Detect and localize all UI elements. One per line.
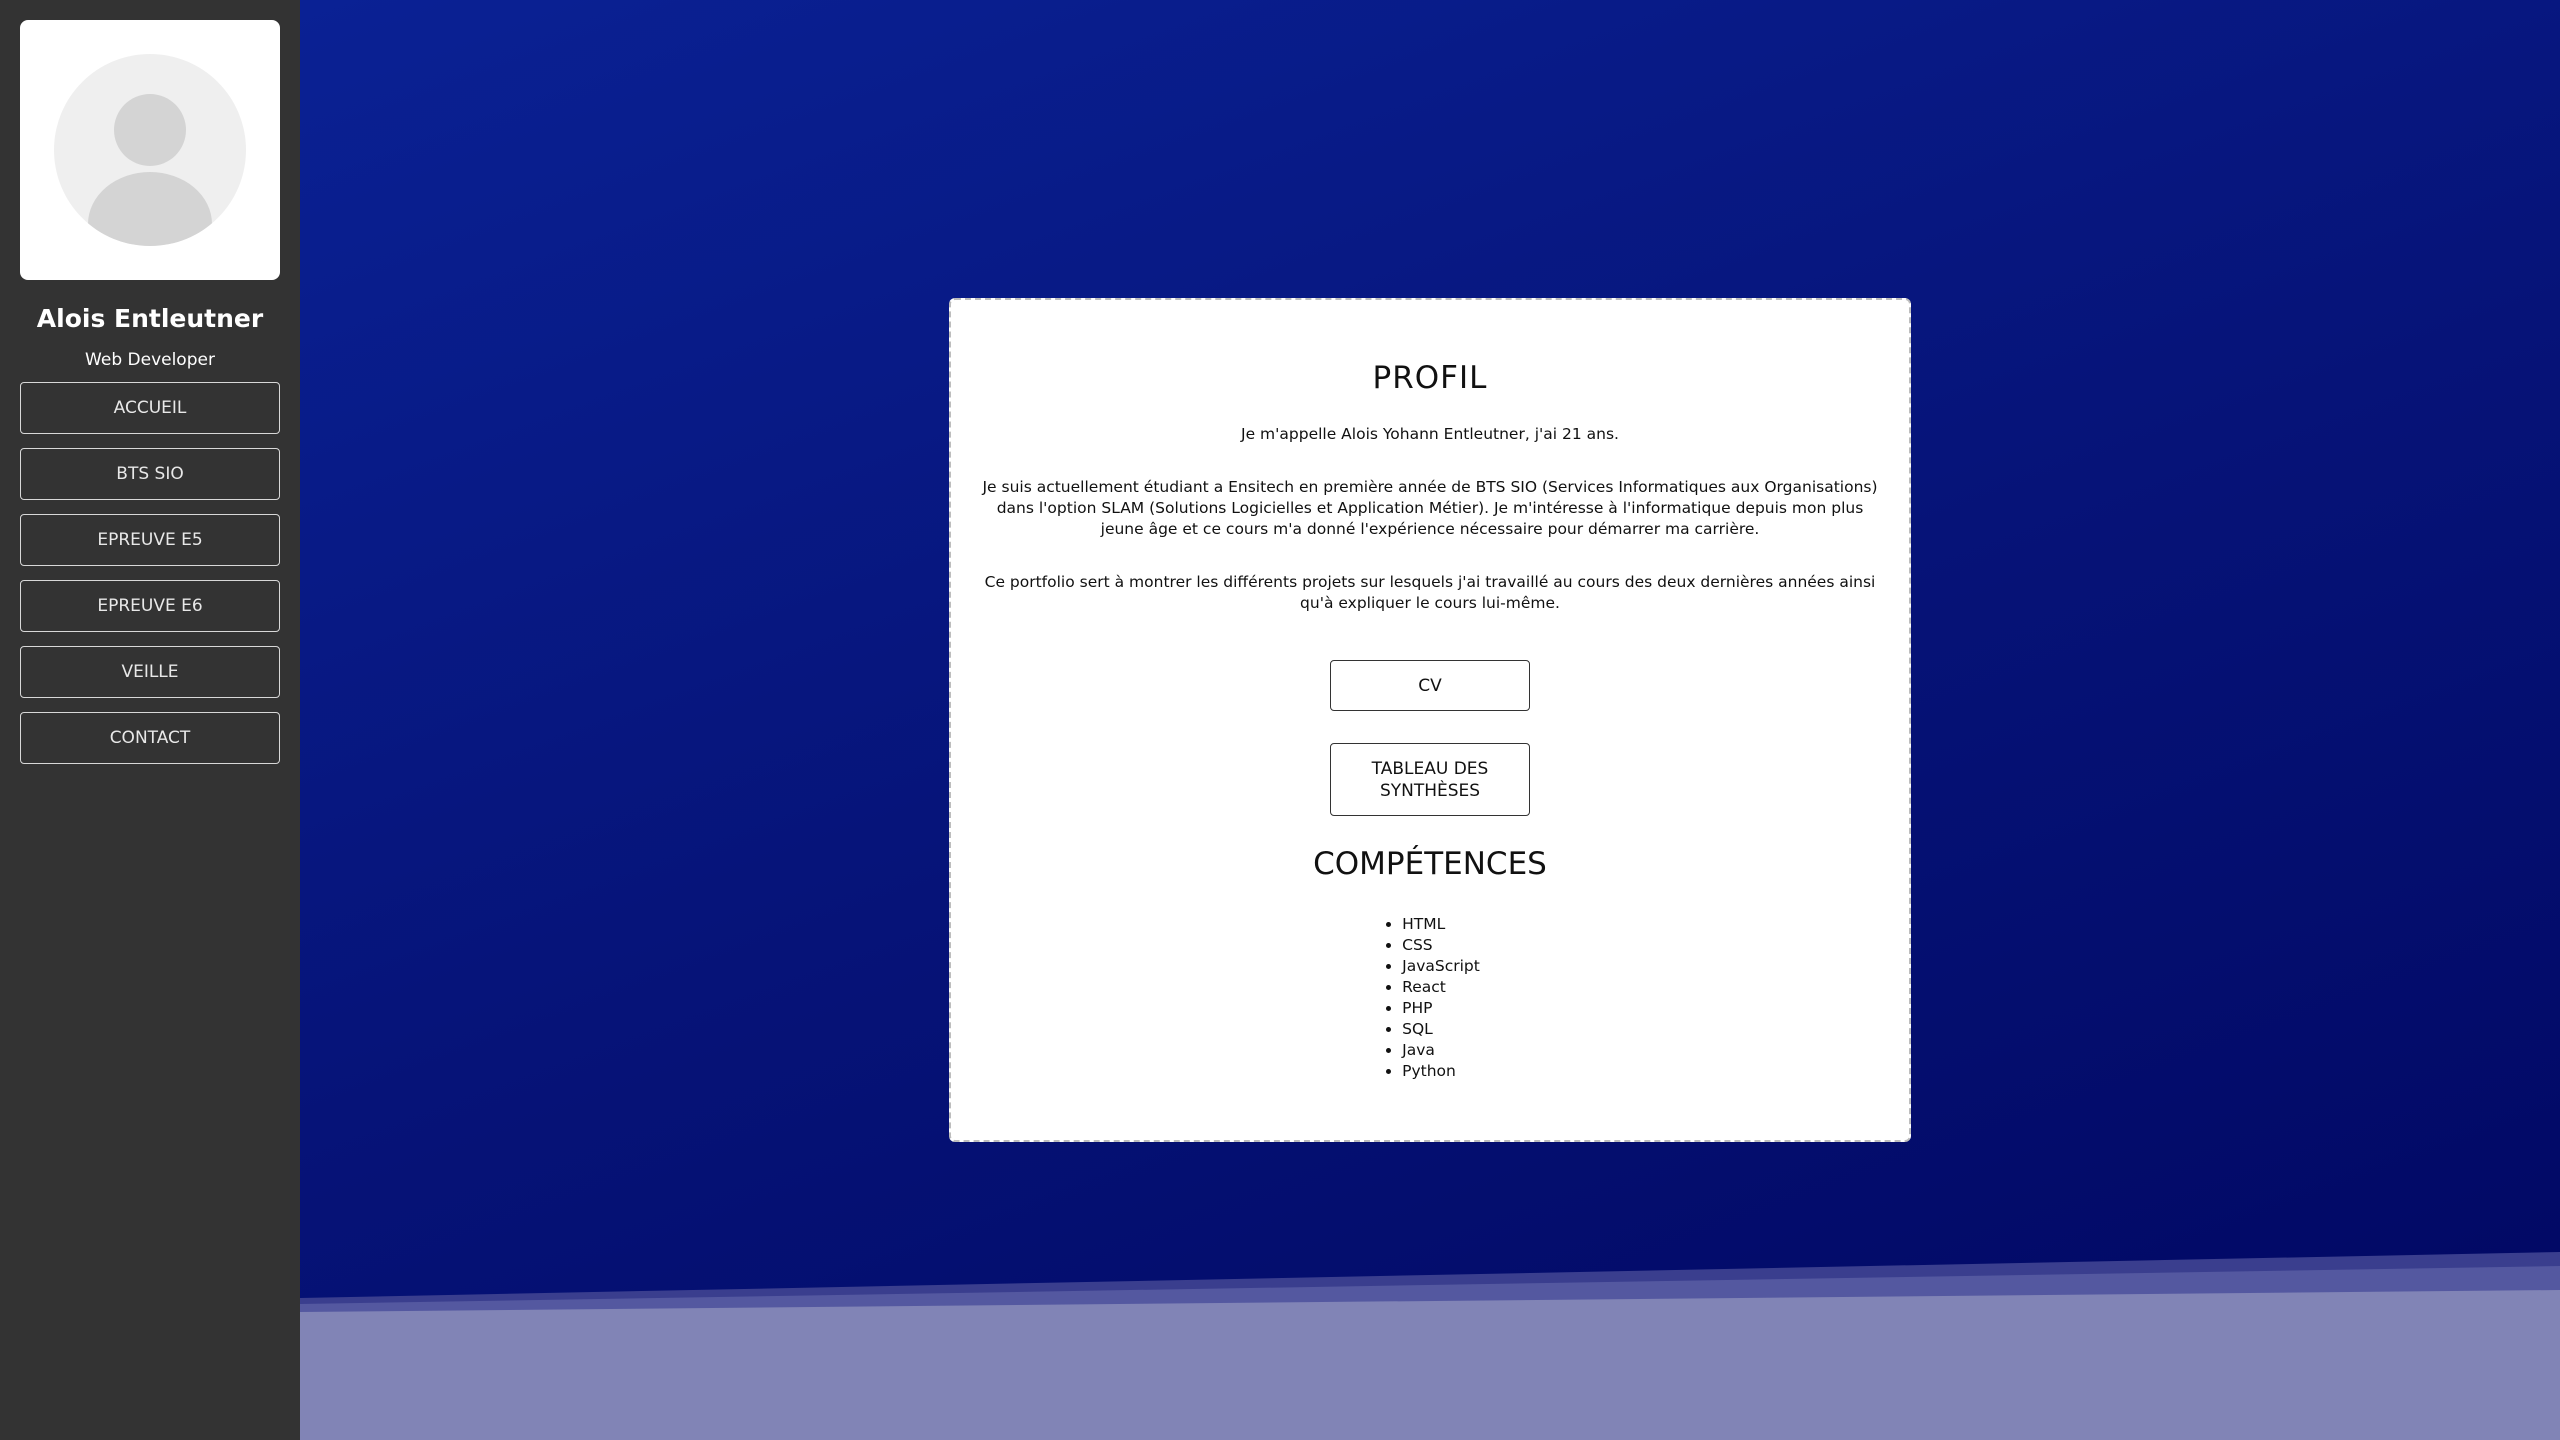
intro-text: Je m'appelle Alois Yohann Entleutner, j'…	[1241, 425, 1619, 443]
nav-accueil-button[interactable]: ACCUEIL	[20, 382, 280, 434]
nav-bts-sio-button[interactable]: BTS SIO	[20, 448, 280, 500]
sidebar: Alois Entleutner Web Developer ACCUEIL B…	[0, 0, 300, 1440]
skill-item-css: CSS	[1402, 935, 1480, 956]
sidebar-nav: ACCUEIL BTS SIO EPREUVE E5 EPREUVE E6 VE…	[20, 382, 280, 764]
nav-veille-button[interactable]: VEILLE	[20, 646, 280, 698]
cv-button[interactable]: CV	[1330, 660, 1530, 711]
skill-item-java: Java	[1402, 1040, 1480, 1061]
skill-item-react: React	[1402, 977, 1480, 998]
default-user-avatar-icon	[54, 54, 246, 246]
skill-item-php: PHP	[1402, 998, 1480, 1019]
main-area: PROFIL Je m'appelle Alois Yohann Entleut…	[300, 0, 2560, 1440]
profile-title: PROFIL	[1372, 360, 1488, 396]
skill-item-python: Python	[1402, 1061, 1480, 1082]
skill-item-javascript: JavaScript	[1402, 956, 1480, 977]
portfolio-paragraph: Ce portfolio sert à montrer les différen…	[984, 573, 1876, 612]
skills-title: COMPÉTENCES	[1313, 846, 1547, 882]
skills-list: HTML CSS JavaScript React PHP SQL Java P…	[1380, 914, 1480, 1082]
nav-contact-button[interactable]: CONTACT	[20, 712, 280, 764]
synthesis-table-button[interactable]: TABLEAU DES SYNTHÈSES	[1330, 743, 1530, 816]
profile-role: Web Developer	[85, 350, 215, 370]
skill-item-sql: SQL	[1402, 1019, 1480, 1040]
studies-paragraph: Je suis actuellement étudiant a Ensitech…	[982, 478, 1878, 538]
profile-name: Alois Entleutner	[36, 304, 264, 333]
nav-epreuve-e6-button[interactable]: EPREUVE E6	[20, 580, 280, 632]
profile-card: PROFIL Je m'appelle Alois Yohann Entleut…	[949, 298, 1911, 1142]
skill-item-html: HTML	[1402, 914, 1480, 935]
avatar	[20, 20, 280, 280]
nav-epreuve-e5-button[interactable]: EPREUVE E5	[20, 514, 280, 566]
